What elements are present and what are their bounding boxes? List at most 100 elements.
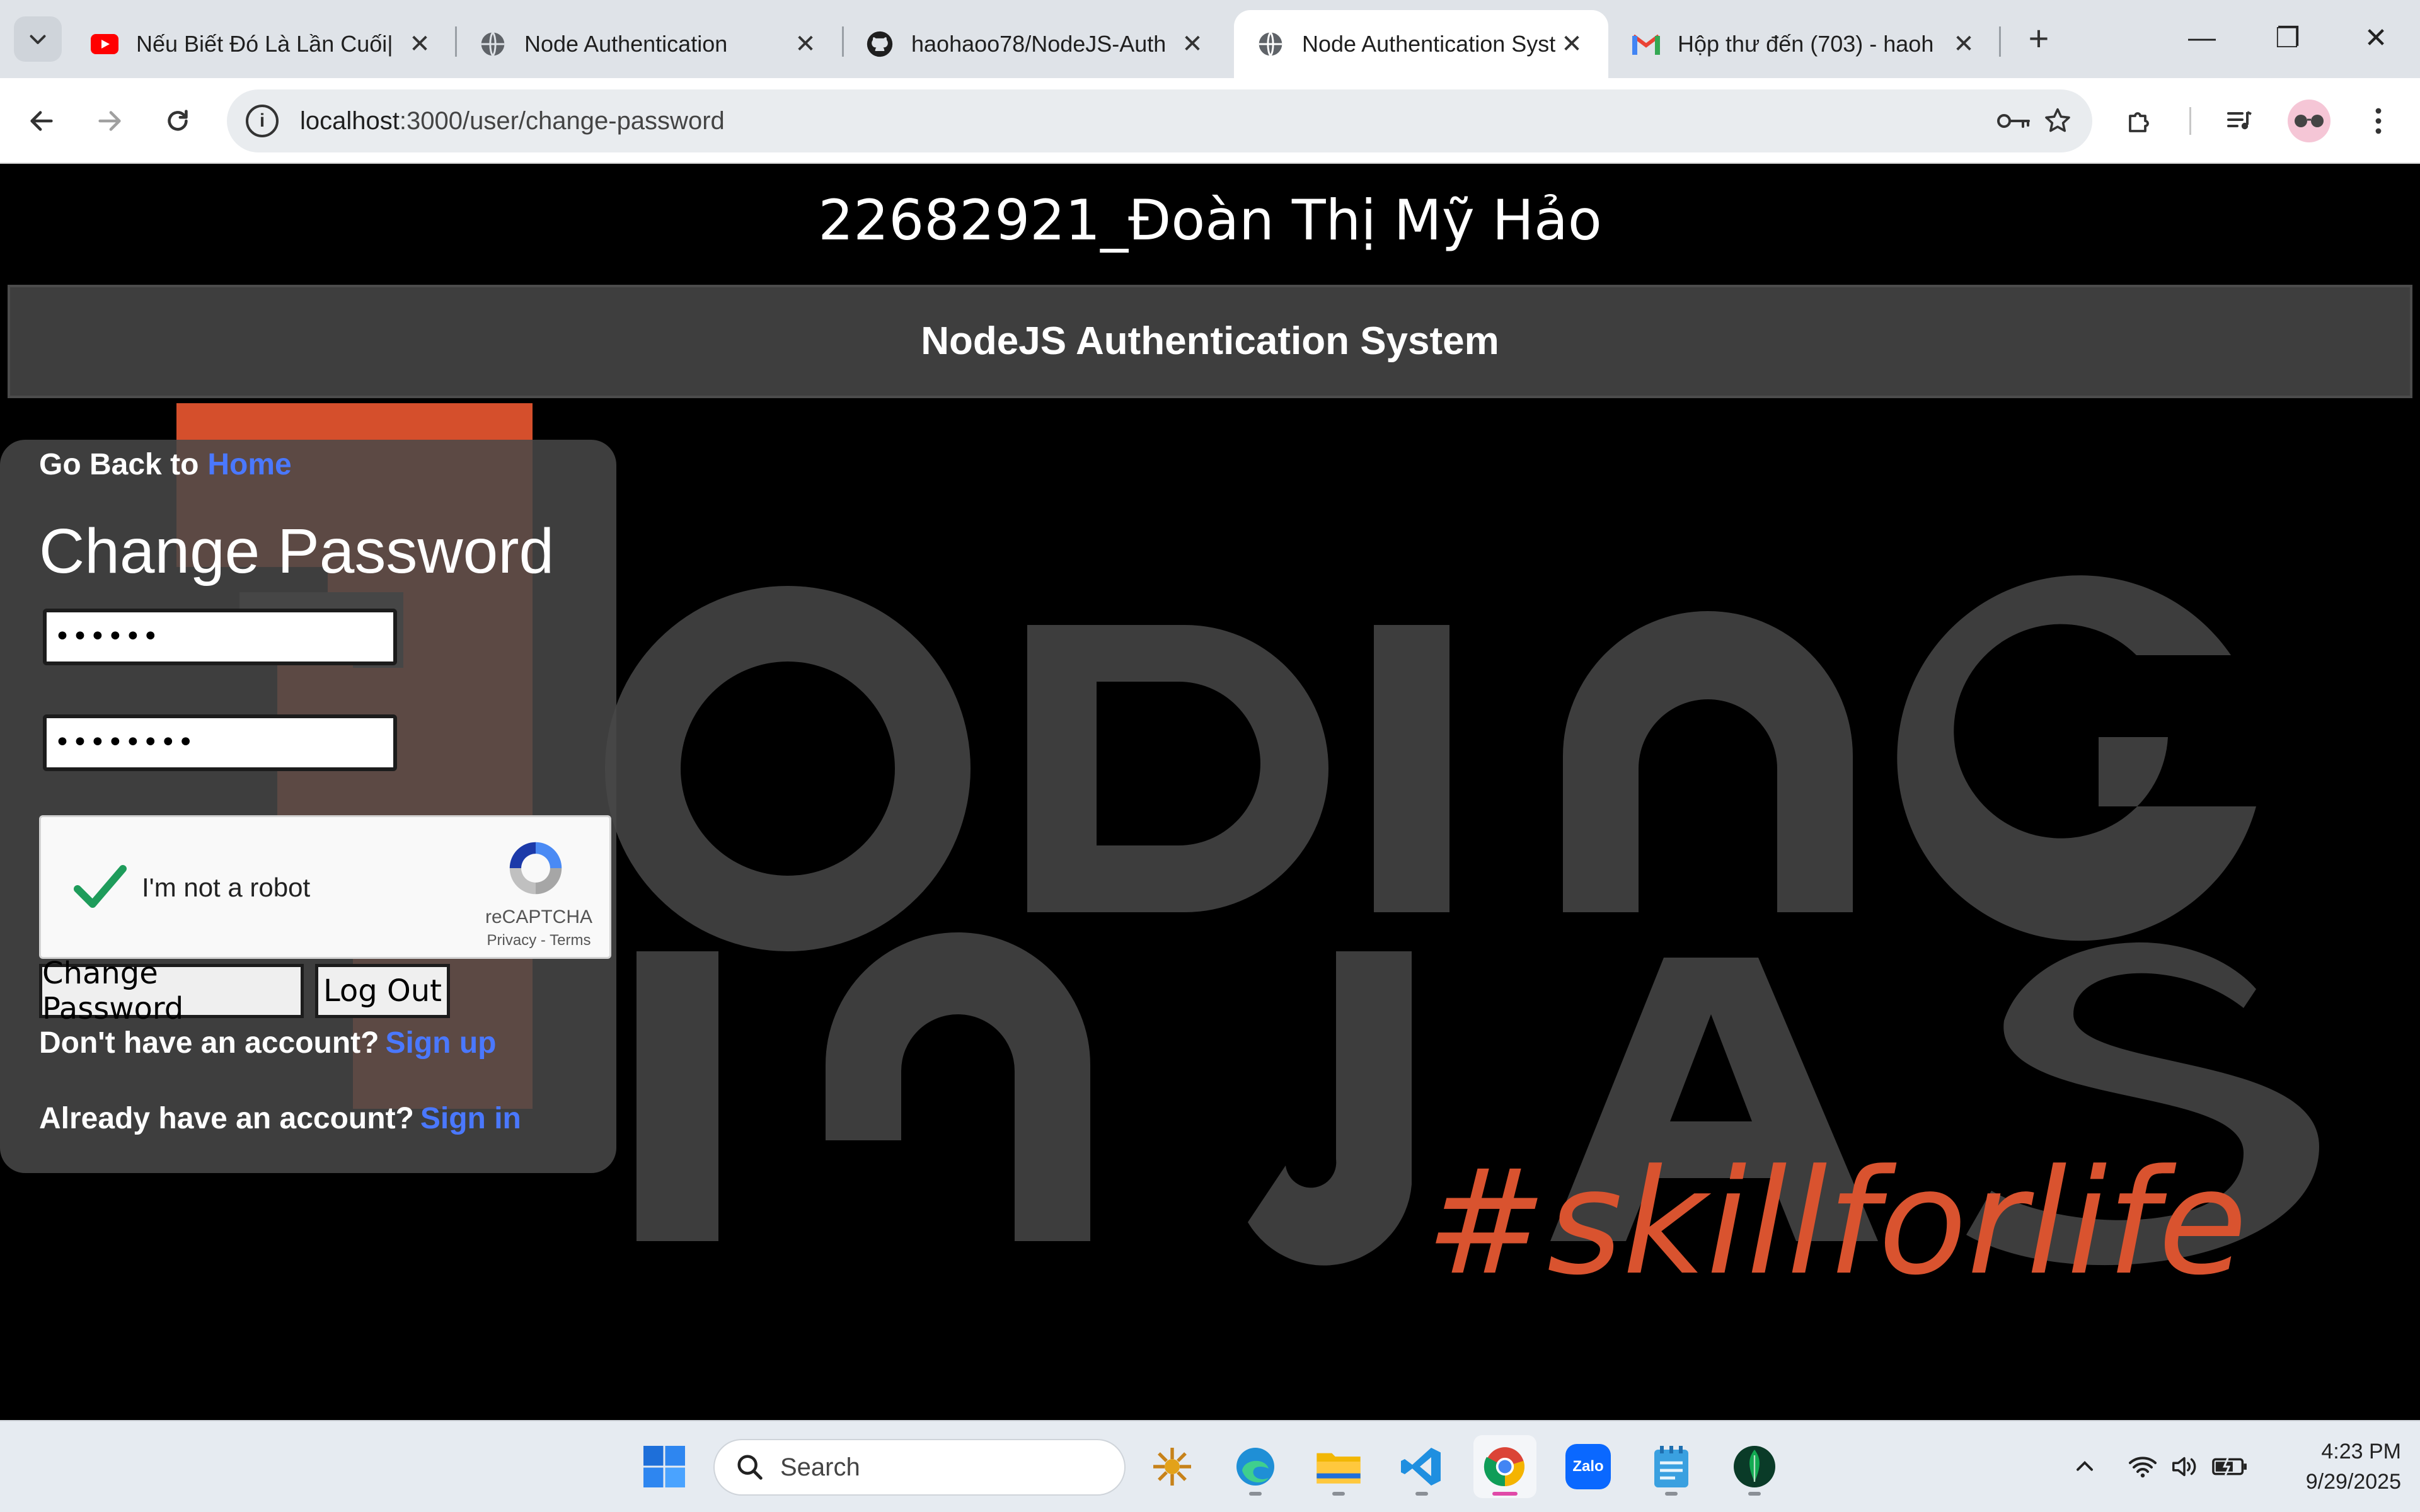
clock-date: 9/29/2025 bbox=[2305, 1470, 2401, 1494]
tab-title: Node Authentication Syst bbox=[1302, 31, 1556, 57]
recaptcha-logo-icon bbox=[509, 842, 562, 895]
signup-line: Don't have an account? Sign up bbox=[39, 1026, 496, 1060]
tab-title: haohaoo78/NodeJS-Auth bbox=[911, 31, 1167, 57]
close-window-button[interactable]: ✕ bbox=[2338, 13, 2414, 63]
arrow-right-icon bbox=[98, 111, 121, 131]
media-control-icon[interactable] bbox=[2216, 97, 2264, 145]
start-button[interactable] bbox=[633, 1435, 696, 1498]
volume-icon[interactable] bbox=[2165, 1446, 2203, 1487]
tab-title: Node Authentication bbox=[524, 31, 728, 57]
file-explorer-icon bbox=[1317, 1453, 1361, 1484]
browser-toolbar: i localhost:3000/user/change-password bbox=[0, 78, 2420, 164]
tab-node-authentication[interactable]: Node Authentication ✕ bbox=[456, 10, 842, 78]
search-icon bbox=[731, 1448, 769, 1486]
taskbar-chrome[interactable] bbox=[1473, 1435, 1536, 1498]
tab-close-icon[interactable]: ✕ bbox=[1558, 30, 1586, 59]
widgets-button[interactable] bbox=[1141, 1435, 1204, 1498]
address-bar[interactable]: i localhost:3000/user/change-password bbox=[227, 89, 2092, 152]
tab-close-icon[interactable]: ✕ bbox=[1950, 30, 1978, 59]
windows-start-icon bbox=[643, 1446, 685, 1487]
change-password-panel: Go Back to Home Change Password •••••• ••… bbox=[0, 440, 616, 1173]
tab-node-authentication-system[interactable]: Node Authentication Syst ✕ bbox=[1234, 10, 1608, 78]
zalo-icon: Zalo bbox=[1565, 1444, 1611, 1489]
taskbar-zalo[interactable]: Zalo bbox=[1557, 1435, 1620, 1498]
wifi-icon[interactable] bbox=[2124, 1446, 2162, 1487]
minimize-button[interactable]: — bbox=[2164, 13, 2240, 63]
recaptcha-terms-link[interactable]: Terms bbox=[550, 932, 591, 949]
page-title: Change Password bbox=[39, 516, 555, 587]
taskbar-vscode[interactable] bbox=[1390, 1435, 1453, 1498]
password-key-icon[interactable] bbox=[1991, 99, 2036, 143]
site-info-icon[interactable]: i bbox=[246, 105, 279, 137]
widget-icon bbox=[1153, 1448, 1191, 1486]
new-password-field[interactable]: •••••••• bbox=[43, 714, 397, 771]
taskbar-mongodb-compass[interactable] bbox=[1723, 1435, 1786, 1498]
tab-gmail[interactable]: Hộp thư đến (703) - haoh ✕ bbox=[1610, 10, 2000, 78]
tab-separator bbox=[1999, 26, 2001, 57]
new-tab-button[interactable]: + bbox=[2017, 18, 2061, 62]
youtube-icon bbox=[91, 30, 118, 58]
chrome-icon bbox=[1484, 1447, 1525, 1486]
browser-tabstrip: Nếu Biết Đó Là Lần Cuối| ✕ Node Authenti… bbox=[0, 0, 2420, 78]
arrow-left-icon bbox=[30, 111, 53, 131]
background-tagline: #skillforlife bbox=[1426, 1139, 2247, 1307]
app-title-bar: NodeJS Authentication System bbox=[8, 285, 2412, 398]
clock-time: 4:23 PM bbox=[2321, 1440, 2401, 1463]
chevron-down-icon bbox=[30, 35, 46, 44]
tab-youtube[interactable]: Nếu Biết Đó Là Lần Cuối| ✕ bbox=[68, 10, 456, 78]
bookmark-star-icon[interactable] bbox=[2036, 99, 2080, 143]
tab-search-button[interactable] bbox=[14, 16, 62, 62]
globe-icon bbox=[479, 30, 507, 58]
student-header: 22682921_Đoàn Thị Mỹ Hảo bbox=[0, 164, 2420, 281]
taskbar-notepad[interactable] bbox=[1640, 1435, 1703, 1498]
checkmark-icon[interactable] bbox=[70, 856, 130, 917]
signup-link[interactable]: Sign up bbox=[385, 1026, 496, 1060]
system-clock[interactable]: 4:23 PM 9/29/2025 bbox=[2269, 1436, 2401, 1497]
globe-icon bbox=[1257, 30, 1284, 58]
tab-close-icon[interactable]: ✕ bbox=[1178, 30, 1206, 59]
toolbar-divider bbox=[2189, 107, 2191, 135]
notepad-icon bbox=[1654, 1446, 1688, 1487]
back-button[interactable] bbox=[18, 97, 66, 145]
web-page: 22682921_Đoàn Thị Mỹ Hảo NodeJS Authenti… bbox=[0, 164, 2420, 1420]
recaptcha-label: I'm not a robot bbox=[142, 873, 311, 902]
change-password-button[interactable]: Change Password bbox=[39, 956, 304, 1026]
browser-menu-icon[interactable] bbox=[2354, 97, 2402, 145]
taskbar-search[interactable]: Search bbox=[713, 1439, 1126, 1496]
battery-icon[interactable] bbox=[2208, 1446, 2252, 1487]
recaptcha-widget: I'm not a robot reCAPTCHA Privacy - Term… bbox=[39, 815, 611, 959]
tab-close-icon[interactable]: ✕ bbox=[792, 30, 819, 59]
signin-link[interactable]: Sign in bbox=[420, 1102, 521, 1135]
current-password-field[interactable]: •••••• bbox=[43, 609, 397, 665]
extensions-puzzle-icon[interactable] bbox=[2116, 97, 2164, 145]
url-text[interactable]: localhost:3000/user/change-password bbox=[300, 107, 1991, 135]
gmail-icon bbox=[1632, 30, 1660, 58]
recaptcha-privacy-link[interactable]: Privacy bbox=[487, 932, 537, 949]
tab-close-icon[interactable]: ✕ bbox=[406, 30, 434, 59]
taskbar-edge[interactable] bbox=[1224, 1435, 1287, 1498]
profile-avatar[interactable] bbox=[2288, 100, 2331, 142]
taskbar-file-explorer[interactable] bbox=[1307, 1435, 1370, 1498]
tab-github[interactable]: haohaoo78/NodeJS-Auth ✕ bbox=[843, 10, 1229, 78]
tab-title: Hộp thư đến (703) - haoh bbox=[1678, 31, 1934, 57]
vscode-icon bbox=[1401, 1448, 1441, 1486]
signup-prompt: Don't have an account? bbox=[39, 1026, 379, 1060]
recaptcha-brand: reCAPTCHA bbox=[485, 907, 593, 927]
signin-prompt: Already have an account? bbox=[39, 1102, 414, 1135]
forward-button[interactable] bbox=[86, 97, 134, 145]
recaptcha-terms-line: Privacy - Terms bbox=[487, 932, 591, 949]
restore-button[interactable]: ❐ bbox=[2250, 13, 2325, 63]
edge-icon bbox=[1236, 1448, 1274, 1486]
search-placeholder: Search bbox=[780, 1453, 860, 1481]
reload-button[interactable] bbox=[154, 97, 202, 145]
logout-button[interactable]: Log Out bbox=[315, 964, 450, 1018]
tab-title: Nếu Biết Đó Là Lần Cuối| bbox=[136, 31, 393, 57]
go-back-line: Go Back to Home bbox=[39, 447, 292, 482]
chevron-up-icon bbox=[2077, 1460, 2093, 1471]
show-hidden-icons-button[interactable] bbox=[2066, 1446, 2104, 1487]
glasses-icon bbox=[2295, 115, 2324, 127]
go-back-text: Go Back to bbox=[39, 448, 199, 481]
github-icon bbox=[866, 30, 894, 58]
home-link[interactable]: Home bbox=[207, 448, 291, 481]
signin-line: Already have an account? Sign in bbox=[39, 1101, 521, 1136]
